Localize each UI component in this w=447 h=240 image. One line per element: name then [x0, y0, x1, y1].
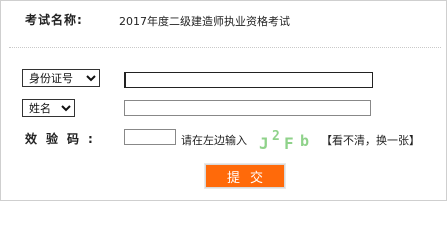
captcha-char: J [259, 134, 269, 153]
id-type-select[interactable]: 身份证号 [22, 69, 100, 87]
captcha-image[interactable]: J 2 F b [257, 129, 313, 153]
name-input[interactable] [124, 100, 371, 116]
exam-name-value: 2017年度二级建造师执业资格考试 [119, 15, 290, 28]
captcha-hint: 请在左边输入 [181, 134, 247, 147]
exam-name-label: 考试名称: [25, 13, 83, 27]
query-panel: 考试名称: 2017年度二级建造师执业资格考试 身份证号 姓名 效验码: 请在左… [0, 0, 447, 201]
submit-button[interactable]: 提交 [205, 164, 285, 188]
divider [9, 47, 441, 48]
captcha-input[interactable] [124, 129, 176, 145]
captcha-char: F [284, 134, 294, 153]
captcha-char: b [300, 132, 310, 150]
id-number-input[interactable] [124, 72, 373, 88]
captcha-char: 2 [272, 129, 280, 144]
name-type-select[interactable]: 姓名 [22, 99, 75, 117]
refresh-captcha-link[interactable]: 【看不清，换一张】 [321, 132, 420, 148]
captcha-label: 效验码: [25, 132, 102, 146]
